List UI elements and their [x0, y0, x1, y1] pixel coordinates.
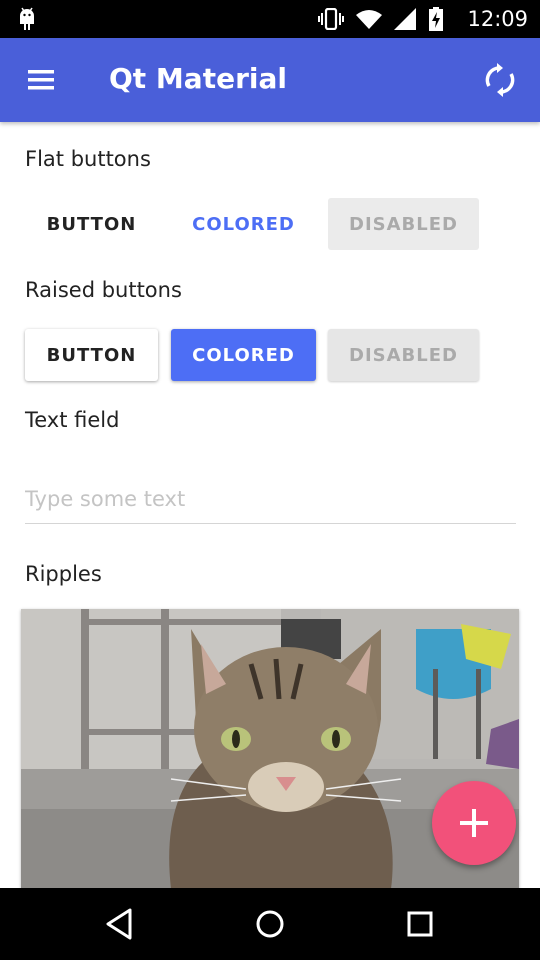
flat-disabled-button: DISABLED	[328, 198, 479, 250]
vibrate-icon	[318, 8, 344, 30]
flat-colored-button[interactable]: COLORED	[171, 198, 316, 250]
navigation-bar	[0, 888, 540, 960]
signal-icon	[394, 8, 416, 30]
recents-button[interactable]	[400, 906, 440, 942]
status-bar: 12:09	[0, 0, 540, 38]
wifi-icon	[356, 10, 382, 29]
raised-buttons-title: Raised buttons	[25, 278, 182, 302]
fab-add-button[interactable]	[432, 781, 516, 865]
back-button[interactable]	[100, 906, 140, 942]
raised-button[interactable]: BUTTON	[25, 329, 158, 381]
home-icon	[256, 910, 284, 938]
recents-icon	[407, 911, 433, 937]
flat-buttons-title: Flat buttons	[25, 147, 151, 171]
battery-charging-icon	[429, 7, 443, 31]
app-title: Qt Material	[109, 62, 287, 95]
ripples-title: Ripples	[25, 562, 102, 586]
raised-colored-button[interactable]: COLORED	[171, 329, 316, 381]
flat-button[interactable]: BUTTON	[25, 198, 158, 250]
raised-disabled-button: DISABLED	[328, 329, 479, 381]
plus-icon	[460, 809, 488, 837]
refresh-icon	[485, 63, 515, 97]
android-debug-icon	[20, 7, 34, 30]
text-input[interactable]	[25, 474, 516, 524]
back-icon	[106, 908, 132, 940]
menu-button[interactable]	[18, 60, 62, 100]
menu-icon	[28, 70, 54, 90]
status-time: 12:09	[467, 7, 528, 31]
refresh-button[interactable]	[480, 60, 520, 100]
app-bar: Qt Material	[0, 38, 540, 122]
home-button[interactable]	[250, 906, 290, 942]
text-field-title: Text field	[25, 408, 120, 432]
